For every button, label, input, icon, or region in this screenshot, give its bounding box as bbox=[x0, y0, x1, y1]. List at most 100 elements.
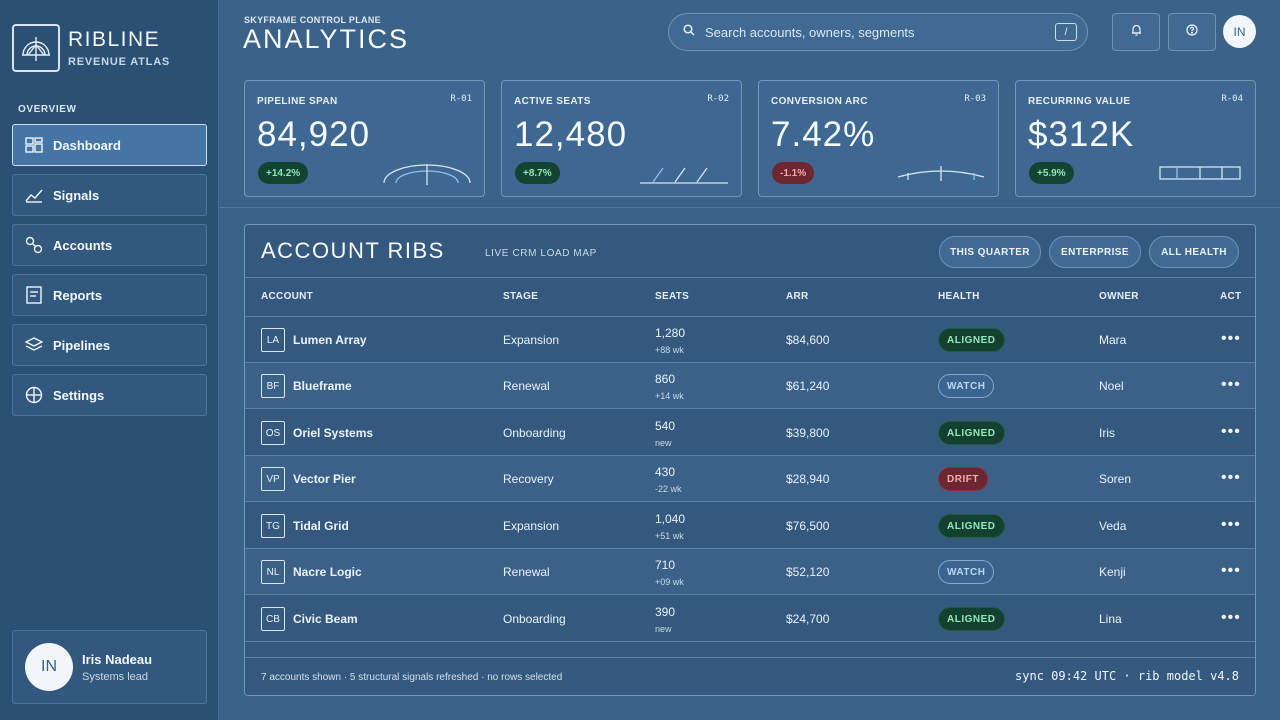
kpi-value: 7.42% bbox=[771, 115, 876, 154]
account-badge: TG bbox=[261, 514, 285, 538]
brand-name: RIBLINE bbox=[68, 28, 161, 51]
nav-section-label: OVERVIEW bbox=[18, 104, 77, 115]
column-header-health[interactable]: HEALTH bbox=[938, 291, 980, 302]
account-name[interactable]: Civic Beam bbox=[293, 612, 358, 626]
notifications-button[interactable] bbox=[1112, 13, 1160, 51]
kpi-card-conversion-arc[interactable]: CONVERSION ARC R-03 7.42% -1.1% bbox=[758, 80, 999, 197]
help-button[interactable] bbox=[1168, 13, 1216, 51]
arr-cell: $28,940 bbox=[786, 472, 830, 486]
sidebar-item-pipelines[interactable]: Pipelines bbox=[12, 324, 207, 366]
column-header-seats[interactable]: SEATS bbox=[655, 291, 689, 302]
user-avatar-button[interactable]: IN bbox=[1223, 15, 1256, 48]
column-header-actions: ACT bbox=[1220, 291, 1242, 302]
row-actions-button[interactable]: ••• bbox=[1221, 563, 1241, 579]
table-row[interactable]: OS Oriel Systems Onboarding 540 new $39,… bbox=[245, 410, 1255, 456]
stage-cell: Expansion bbox=[503, 519, 560, 533]
search-bar[interactable]: / bbox=[668, 13, 1088, 51]
kpi-value: 12,480 bbox=[514, 115, 628, 154]
sidebar-item-label: Signals bbox=[53, 187, 100, 203]
owner-cell: Soren bbox=[1099, 472, 1132, 486]
avatar: IN bbox=[25, 643, 73, 691]
account-name[interactable]: Blueframe bbox=[293, 379, 352, 393]
user-role: Systems lead bbox=[82, 670, 149, 683]
column-header-arr[interactable]: ARR bbox=[786, 291, 809, 302]
seats-delta: new bbox=[655, 438, 672, 448]
sidebar-item-label: Accounts bbox=[53, 237, 113, 253]
page-title: ANALYTICS bbox=[243, 24, 410, 54]
stage-cell: Renewal bbox=[503, 565, 550, 579]
filter-chip-health[interactable]: ALL HEALTH bbox=[1149, 236, 1239, 268]
kpi-card-pipeline-span[interactable]: PIPELINE SPAN R-01 84,920 +14.2% bbox=[244, 80, 485, 197]
row-actions-button[interactable]: ••• bbox=[1221, 470, 1241, 486]
row-actions-button[interactable]: ••• bbox=[1221, 517, 1241, 533]
row-actions-button[interactable]: ••• bbox=[1221, 424, 1241, 440]
arr-cell: $39,800 bbox=[786, 426, 830, 440]
brand[interactable]: RIBLINE REVENUE ATLAS bbox=[12, 24, 170, 72]
kpi-label: PIPELINE SPAN bbox=[257, 96, 338, 107]
seats-delta: +14 wk bbox=[655, 391, 684, 401]
health-badge: ALIGNED bbox=[938, 607, 1005, 631]
stage-cell: Renewal bbox=[503, 379, 550, 393]
row-actions-button[interactable]: ••• bbox=[1221, 331, 1241, 347]
account-name[interactable]: Vector Pier bbox=[293, 472, 356, 486]
account-name[interactable]: Tidal Grid bbox=[293, 519, 349, 533]
ribline-logo-icon bbox=[12, 24, 60, 72]
owner-cell: Kenji bbox=[1099, 565, 1126, 579]
owner-cell: Noel bbox=[1099, 379, 1124, 393]
sidebar-item-signals[interactable]: Signals bbox=[12, 174, 207, 216]
account-badge: LA bbox=[261, 328, 285, 352]
table-row[interactable]: CB Civic Beam Onboarding 390 new $24,700… bbox=[245, 596, 1255, 642]
accounts-icon bbox=[25, 236, 43, 254]
arc-sparkline-icon bbox=[383, 164, 471, 185]
row-actions-button[interactable]: ••• bbox=[1221, 610, 1241, 626]
stage-cell: Recovery bbox=[503, 472, 554, 486]
table-row[interactable]: TG Tidal Grid Expansion 1,040 +51 wk $76… bbox=[245, 503, 1255, 549]
kpi-card-active-seats[interactable]: ACTIVE SEATS R-02 12,480 +8.7% bbox=[501, 80, 742, 197]
dashboard-icon bbox=[25, 136, 43, 154]
stage-cell: Expansion bbox=[503, 333, 560, 347]
user-profile-card[interactable]: IN Iris Nadeau Systems lead bbox=[12, 630, 207, 704]
table-row[interactable]: VP Vector Pier Recovery 430 -22 wk $28,9… bbox=[245, 456, 1255, 502]
sidebar-item-settings[interactable]: Settings bbox=[12, 374, 207, 416]
sidebar-item-label: Dashboard bbox=[53, 137, 121, 153]
kpi-delta-badge: +8.7% bbox=[515, 162, 560, 184]
sidebar-item-dashboard[interactable]: Dashboard bbox=[12, 124, 207, 166]
sidebar-item-accounts[interactable]: Accounts bbox=[12, 224, 207, 266]
column-header-owner[interactable]: OWNER bbox=[1099, 291, 1139, 302]
table-row[interactable]: LA Lumen Array Expansion 1,280 +88 wk $8… bbox=[245, 317, 1255, 363]
section-divider bbox=[220, 207, 1280, 208]
table-row[interactable]: NL Nacre Logic Renewal 710 +09 wk $52,12… bbox=[245, 549, 1255, 595]
account-ribs-panel: ACCOUNT RIBS LIVE CRM LOAD MAP THIS QUAR… bbox=[244, 224, 1256, 696]
help-icon bbox=[1186, 23, 1198, 41]
column-header-stage[interactable]: STAGE bbox=[503, 291, 538, 302]
kpi-value: $312K bbox=[1028, 115, 1135, 154]
topbar: SKYFRAME CONTROL PLANE ANALYTICS / IN bbox=[220, 0, 1280, 64]
table-row[interactable]: BF Blueframe Renewal 860 +14 wk $61,240 … bbox=[245, 363, 1255, 409]
row-actions-button[interactable]: ••• bbox=[1221, 377, 1241, 393]
owner-cell: Iris bbox=[1099, 426, 1115, 440]
kpi-delta-badge: +5.9% bbox=[1029, 162, 1074, 184]
kpi-code: R-02 bbox=[707, 94, 729, 104]
filter-chip-segment[interactable]: ENTERPRISE bbox=[1049, 236, 1141, 268]
column-header-account[interactable]: ACCOUNT bbox=[261, 291, 313, 302]
slash-sparkline-icon bbox=[640, 167, 728, 184]
seats-cell: 540 bbox=[655, 419, 676, 433]
kpi-card-recurring-value[interactable]: RECURRING VALUE R-04 $312K +5.9% bbox=[1015, 80, 1256, 197]
owner-cell: Mara bbox=[1099, 333, 1127, 347]
sidebar-item-label: Pipelines bbox=[53, 337, 111, 353]
panel-footer: 7 accounts shown · 5 structural signals … bbox=[245, 657, 1255, 695]
filter-chip-quarter[interactable]: THIS QUARTER bbox=[939, 236, 1041, 268]
seats-delta: -22 wk bbox=[655, 484, 682, 494]
arr-cell: $24,700 bbox=[786, 612, 830, 626]
health-badge: ALIGNED bbox=[938, 421, 1005, 445]
health-badge: ALIGNED bbox=[938, 328, 1005, 352]
account-name[interactable]: Oriel Systems bbox=[293, 426, 373, 440]
reports-icon bbox=[25, 286, 43, 304]
sidebar-item-reports[interactable]: Reports bbox=[12, 274, 207, 316]
table-summary: 7 accounts shown · 5 structural signals … bbox=[261, 672, 563, 683]
account-badge: CB bbox=[261, 607, 285, 631]
search-input[interactable] bbox=[705, 24, 1055, 40]
account-name[interactable]: Lumen Array bbox=[293, 333, 367, 347]
health-badge: WATCH bbox=[938, 560, 995, 584]
account-name[interactable]: Nacre Logic bbox=[293, 565, 362, 579]
